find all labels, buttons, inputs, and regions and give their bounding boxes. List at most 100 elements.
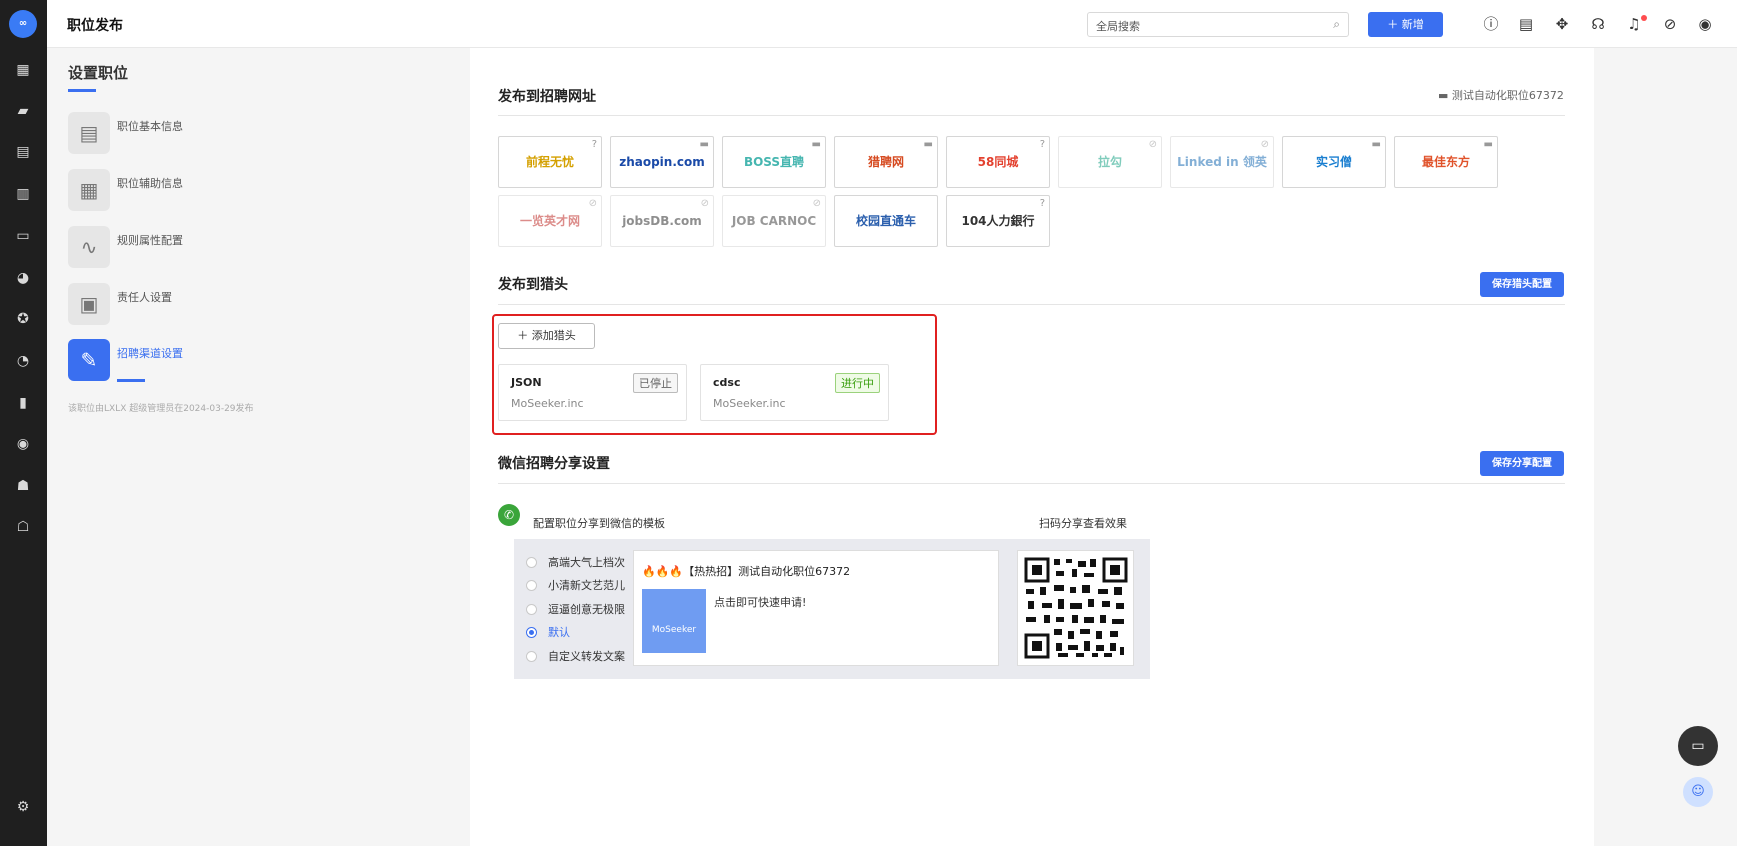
disabled-icon[interactable]: ⊘ (701, 198, 709, 210)
star-icon[interactable]: ✪ (14, 310, 32, 328)
site-logo-2[interactable]: BOSS直聘 ▬ (722, 136, 826, 188)
help-icon[interactable]: ? (592, 139, 597, 151)
dashboard-icon[interactable]: ▦ (14, 61, 32, 79)
qr-code-graphic (1024, 557, 1128, 659)
add-headhunter-button[interactable]: ＋ 添加猎头 (498, 323, 595, 349)
site-logo-1[interactable]: zhaopin.com ▬ (610, 136, 714, 188)
menu-icon[interactable]: ▬ (1372, 139, 1381, 151)
site-logo-4[interactable]: 58同城? (946, 136, 1050, 188)
resume-icon[interactable]: ▤ (14, 143, 32, 161)
site-logo-11[interactable]: JOB CARNOC ⊘ (722, 195, 826, 247)
calendar-icon[interactable]: ▥ (14, 185, 32, 203)
plus-icon: ＋ (517, 329, 532, 342)
assistant-bot-icon[interactable]: ☺ (1683, 777, 1713, 807)
publish-info: 该职位由LXLX 超级管理员在2024-03-29发布 (68, 404, 254, 414)
settings-icon[interactable]: ⚙ (14, 798, 32, 816)
new-button[interactable]: ＋ 新增 (1368, 12, 1443, 37)
share-preview-card: 🔥🔥🔥【热热招】测试自动化职位67372 MoSeeker 点击即可快速申请! (633, 550, 999, 666)
menu-icon[interactable]: ▬ (924, 139, 933, 151)
step-label: 规则属性配置 (117, 234, 183, 247)
site-logo-12[interactable]: 校园直通车 (834, 195, 938, 247)
help-icon[interactable]: ? (1040, 139, 1045, 151)
headhunter-card-cdsc[interactable]: cdsc MoSeeker.inc 进行中 (700, 364, 889, 421)
site-name: 实习僧 (1315, 155, 1352, 169)
site-logo-9[interactable]: 一览英才网 ⊘ (498, 195, 602, 247)
option-label: 高端大气上档次 (548, 556, 625, 569)
owner-icon: ▣ (68, 283, 110, 325)
disabled-icon[interactable]: ⊘ (1261, 139, 1269, 151)
settings-panel: 设置职位 ▤ 职位基本信息 ▦ 职位辅助信息 ∿ 规则属性配置 ▣ 责任人设置 … (47, 48, 329, 846)
wechat-icon[interactable]: ◕ (14, 269, 32, 287)
menu-icon[interactable]: ▬ (812, 139, 821, 151)
option-label: 小清新文艺范儿 (548, 579, 625, 592)
disabled-icon[interactable]: ⊘ (589, 198, 597, 210)
page-title: 职位发布 (67, 18, 123, 34)
account-icon[interactable]: ◉ (1695, 14, 1715, 34)
status-badge: 已停止 (633, 373, 678, 393)
radio-option-3[interactable] (526, 627, 537, 638)
site-name: 猎聘网 (867, 155, 904, 169)
document-icon[interactable]: ▤ (1516, 14, 1536, 34)
disabled-icon[interactable]: ⊘ (1149, 139, 1157, 151)
step-rules-config[interactable]: ∿ 规则属性配置 (68, 226, 318, 268)
menu-icon[interactable]: ▬ (700, 139, 709, 151)
radio-option-2[interactable] (526, 604, 537, 615)
pie-chart-icon[interactable]: ◔ (14, 352, 32, 370)
global-search-input[interactable]: 全局搜索 ⌕ (1087, 12, 1349, 37)
disabled-icon[interactable]: ⊘ (813, 198, 821, 210)
step-owner-settings[interactable]: ▣ 责任人设置 (68, 283, 318, 325)
qr-label: 扫码分享查看效果 (1039, 517, 1127, 530)
step-channel-settings[interactable]: ✎ 招聘渠道设置 (68, 339, 318, 382)
site-logo-3[interactable]: 猎聘网 ▬ (834, 136, 938, 188)
user-circle-icon[interactable]: ◉ (14, 435, 32, 453)
site-logo-5[interactable]: 拉勾 ⊘ (1058, 136, 1162, 188)
content-card: 发布到招聘网址 ▬ 测试自动化职位67372 前程无忧? zhaopin.com ▬… (470, 48, 1594, 846)
save-headhunter-button[interactable]: 保存猎头配置 (1480, 272, 1564, 297)
headset-icon[interactable]: ☊ (1588, 14, 1608, 34)
briefcase-icon: ▬ (1438, 89, 1452, 102)
radio-option-1[interactable] (526, 580, 537, 591)
bar-chart-icon[interactable]: ▮ (14, 394, 32, 412)
search-placeholder: 全局搜索 (1096, 20, 1140, 33)
site-logo-8[interactable]: 最佳东方 ▬ (1394, 136, 1498, 188)
site-name: BOSS直聘 (743, 155, 805, 169)
site-logo-7[interactable]: 实习僧 ▬ (1282, 136, 1386, 188)
section-title-sites: 发布到招聘网址 (498, 89, 596, 105)
user-settings-icon[interactable]: ☖ (14, 518, 32, 536)
job-tag: ▬ 测试自动化职位67372 (1438, 87, 1564, 103)
status-badge: 进行中 (835, 373, 880, 393)
chat-button[interactable]: ▭ (1678, 726, 1718, 766)
preview-title: 🔥🔥🔥【热热招】测试自动化职位67372 (642, 565, 851, 578)
site-logo-6[interactable]: Linked in 领英 ⊘ (1170, 136, 1274, 188)
puzzle-icon[interactable]: ✥ (1552, 14, 1572, 34)
step-basic-info[interactable]: ▤ 职位基本信息 (68, 112, 318, 154)
notification-dot (1641, 15, 1647, 21)
edit-icon: ✎ (68, 339, 110, 381)
save-share-button[interactable]: 保存分享配置 (1480, 451, 1564, 476)
site-logo-10[interactable]: jobsDB.com ⊘ (610, 195, 714, 247)
headhunter-card-json[interactable]: JSON MoSeeker.inc 已停止 (498, 364, 687, 421)
active-step-underline (117, 379, 145, 382)
add-headhunter-label: 添加猎头 (531, 329, 576, 342)
headhunter-company: MoSeeker.inc (713, 397, 786, 410)
step-aux-info[interactable]: ▦ 职位辅助信息 (68, 169, 318, 211)
divider (498, 304, 1565, 305)
site-logo-0[interactable]: 前程无忧? (498, 136, 602, 188)
option-label: 逗逼创意无极限 (548, 603, 625, 616)
help-icon[interactable]: ? (1040, 198, 1045, 210)
briefcase-icon[interactable]: ▰ (14, 102, 32, 120)
compass-icon[interactable]: ⊘ (1660, 14, 1680, 34)
basic-info-icon: ▤ (68, 112, 110, 154)
menu-icon[interactable]: ▬ (1484, 139, 1493, 151)
help-icon[interactable]: ⓘ (1481, 14, 1501, 34)
step-label: 职位辅助信息 (117, 177, 183, 190)
app-logo[interactable]: ∞ (9, 10, 37, 38)
site-name: 104人力銀行 (961, 214, 1035, 228)
site-logo-13[interactable]: 104人力銀行? (946, 195, 1050, 247)
radio-option-0[interactable] (526, 557, 537, 568)
icon-rail: ∞ ▦ ▰ ▤ ▥ ▭ ◕ ✪ ◔ ▮ ◉ ☗ ☖ ⚙ (0, 0, 47, 846)
id-card-icon[interactable]: ▭ (14, 227, 32, 245)
radio-option-4[interactable] (526, 651, 537, 662)
option-label: 默认 (548, 626, 570, 639)
users-icon[interactable]: ☗ (14, 477, 32, 495)
